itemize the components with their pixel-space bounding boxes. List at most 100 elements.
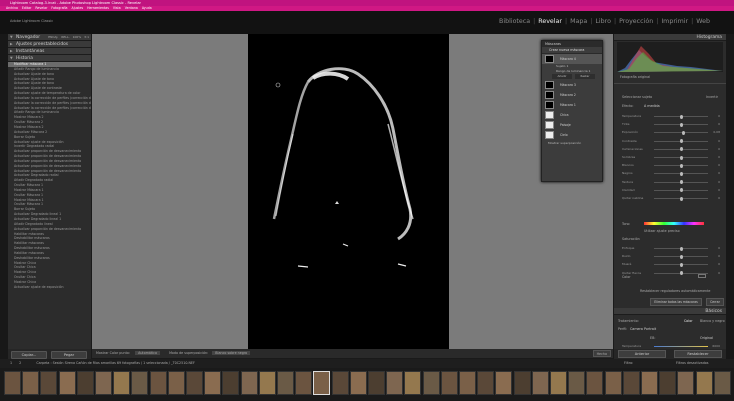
- filmstrip-thumbnail[interactable]: [659, 371, 677, 395]
- menu-item[interactable]: Ventana: [125, 6, 138, 10]
- paste-button[interactable]: Pegar: [51, 351, 87, 359]
- auto-toggle[interactable]: Automático: [135, 351, 160, 355]
- filmstrip-thumbnail[interactable]: [386, 371, 404, 395]
- filmstrip-thumbnail[interactable]: [440, 371, 458, 395]
- slider-knob[interactable]: [682, 130, 686, 135]
- snapshots-header[interactable]: ▶ Instantáneas: [8, 48, 91, 55]
- slider-knob[interactable]: [679, 163, 683, 168]
- filmstrip-thumbnail[interactable]: [531, 371, 549, 395]
- filmstrip-path[interactable]: Carpeta : Sesión Sirena Cañón de Ríos am…: [36, 361, 195, 365]
- previous-button[interactable]: Anterior: [618, 350, 666, 358]
- filmstrip-thumbnail[interactable]: [513, 371, 531, 395]
- filmstrip-thumbnail[interactable]: [568, 371, 586, 395]
- page1-icon[interactable]: 1: [10, 361, 12, 365]
- slider-knob[interactable]: [679, 171, 683, 176]
- subtract-mask-button[interactable]: Restar: [575, 74, 595, 79]
- add-mask-button[interactable]: Añadir: [552, 74, 572, 79]
- slider-knob[interactable]: [679, 188, 683, 193]
- mask-row[interactable]: Máscara 1: [542, 100, 602, 110]
- reset-button[interactable]: Restablecer: [674, 350, 722, 358]
- filmstrip-thumbnail[interactable]: [40, 371, 58, 395]
- delete-masks-button[interactable]: Eliminar todas las máscaras: [650, 298, 702, 306]
- menu-item[interactable]: Herramientas: [87, 6, 109, 10]
- adjust-slider[interactable]: Negros 0: [618, 171, 722, 176]
- zoom-option[interactable]: 3:1: [84, 35, 89, 39]
- nav-zoom-options[interactable]: ENCAJ. RELL. 100% 3:1: [45, 34, 89, 40]
- slider-knob[interactable]: [679, 196, 683, 201]
- filmstrip-thumbnail[interactable]: [495, 371, 513, 395]
- original-photo-checkbox[interactable]: Fotografía original: [620, 75, 650, 79]
- filmstrip-thumbnail[interactable]: [277, 371, 294, 395]
- zoom-option[interactable]: ENCAJ.: [48, 35, 58, 39]
- module-revelar[interactable]: Revelar: [538, 18, 562, 25]
- filmstrip-thumbnail[interactable]: [167, 371, 185, 395]
- navigator-header[interactable]: ▼ Navegador ENCAJ. RELL. 100% 3:1: [8, 34, 91, 41]
- adjust-slider[interactable]: Textura 0: [618, 180, 722, 185]
- create-mask-button[interactable]: Crear nueva máscara: [542, 47, 602, 54]
- history-header[interactable]: ▼ Historia: [8, 55, 91, 62]
- mask-overlay-photo[interactable]: [248, 34, 449, 349]
- slider-knob[interactable]: [679, 122, 683, 127]
- filmstrip-thumbnail[interactable]: [113, 371, 131, 395]
- filmstrip-thumbnail[interactable]: [641, 371, 658, 395]
- reset-sliders-checkbox[interactable]: Restablecer reguladores automáticamente: [640, 289, 710, 293]
- filmstrip-thumbnail[interactable]: [222, 371, 240, 395]
- adjust-slider[interactable]: Sombras 0: [618, 155, 722, 160]
- mask-row[interactable]: Chica: [542, 110, 602, 120]
- module-web[interactable]: Web: [696, 18, 710, 25]
- filmstrip-thumbnail[interactable]: [586, 371, 604, 395]
- filmstrip-thumbnail[interactable]: [295, 371, 313, 395]
- filmstrip-thumbnail[interactable]: [695, 371, 713, 395]
- adjust-slider[interactable]: Tinte 0: [618, 122, 722, 127]
- filmstrip-thumbnail[interactable]: [131, 371, 149, 395]
- adjust-slider[interactable]: Temperatura 0: [618, 114, 722, 119]
- filmstrip-thumbnail[interactable]: [313, 371, 331, 395]
- filmstrip-thumbnail[interactable]: [4, 371, 21, 395]
- slider-knob[interactable]: [679, 180, 683, 185]
- module-imprimir[interactable]: Imprimir: [661, 18, 688, 25]
- color-treatment[interactable]: Color: [684, 319, 693, 323]
- module-mapa[interactable]: Mapa: [570, 18, 587, 25]
- filmstrip-thumbnail[interactable]: [368, 371, 385, 395]
- adjust-slider[interactable]: Blancos 0: [618, 163, 722, 168]
- module-libro[interactable]: Libro: [595, 18, 611, 25]
- mask-row[interactable]: Máscara 3: [542, 80, 602, 90]
- history-item[interactable]: Actualizar la corrección de perfiles (co…: [8, 101, 91, 106]
- menu-item[interactable]: Fotografía: [51, 6, 67, 10]
- filmstrip-thumbnail[interactable]: [477, 371, 495, 395]
- filmstrip-thumbnail[interactable]: [622, 371, 640, 395]
- adjust-slider[interactable]: Enfoque 0: [618, 246, 722, 251]
- mask-row[interactable]: Cielo: [542, 130, 602, 140]
- wb-select[interactable]: Original: [700, 336, 713, 340]
- color-swatch[interactable]: [698, 274, 706, 278]
- zoom-option[interactable]: RELL.: [61, 35, 69, 39]
- filmstrip-thumbnail[interactable]: [459, 371, 476, 395]
- page2-icon[interactable]: 2: [19, 361, 21, 365]
- filmstrip-thumbnail[interactable]: [58, 371, 76, 395]
- filmstrip-thumbnail[interactable]: [422, 371, 440, 395]
- mask-row[interactable]: Paisaje: [542, 120, 602, 130]
- slider-knob[interactable]: [679, 271, 683, 276]
- history-item[interactable]: Actualizar proporción de desvanecimiento: [8, 164, 91, 169]
- basic-header[interactable]: Básicos: [614, 308, 726, 315]
- module-biblioteca[interactable]: Biblioteca: [499, 18, 530, 25]
- copy-button[interactable]: Copiar...: [11, 351, 47, 359]
- filmstrip-thumbnail[interactable]: [604, 371, 622, 395]
- filmstrip-thumbnail[interactable]: [186, 371, 203, 395]
- filmstrip-thumbnail[interactable]: [550, 371, 567, 395]
- menu-item[interactable]: Ajustes: [72, 6, 84, 10]
- invert-checkbox[interactable]: Invertir: [706, 95, 718, 99]
- mask-row[interactable]: Máscara 4: [542, 54, 602, 64]
- show-overlay-toggle[interactable]: Mostrar superposición: [542, 140, 602, 146]
- bw-treatment[interactable]: Blanco y negro: [700, 319, 725, 323]
- filmstrip-thumbnail[interactable]: [713, 371, 731, 395]
- done-button[interactable]: Hecho: [592, 350, 611, 357]
- mask-row[interactable]: Máscara 2: [542, 90, 602, 100]
- effect-select[interactable]: A medida: [644, 104, 660, 108]
- filmstrip-thumbnail[interactable]: [404, 371, 422, 395]
- slider-knob[interactable]: [679, 246, 683, 251]
- filmstrip-thumbnail[interactable]: [349, 371, 367, 395]
- profile-select[interactable]: Camera Portrait: [630, 327, 656, 331]
- slider-knob[interactable]: [679, 114, 683, 119]
- filmstrip-thumbnail[interactable]: [22, 371, 40, 395]
